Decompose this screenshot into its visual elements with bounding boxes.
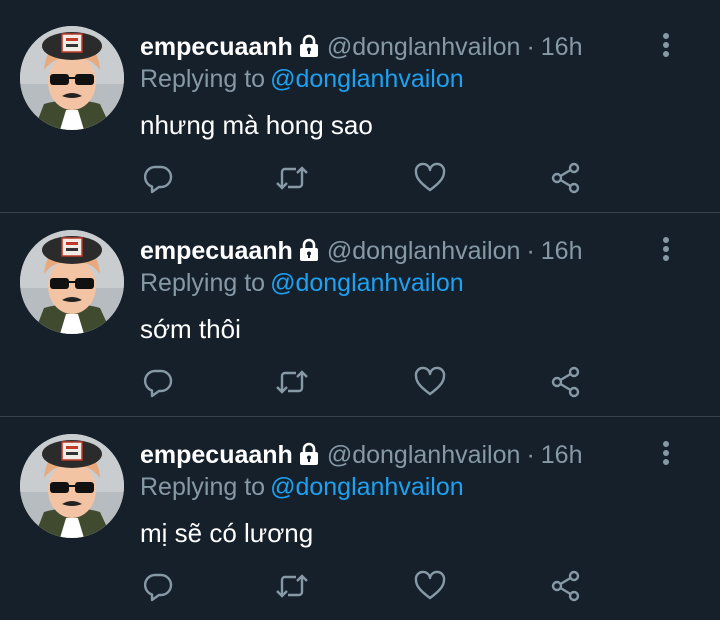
more-vertical-icon[interactable] (657, 234, 675, 266)
tweet-actions (0, 364, 720, 404)
retweet-button[interactable] (272, 364, 312, 404)
share-icon (549, 365, 583, 404)
handle[interactable]: @donglanhvailon (327, 33, 521, 61)
replying-to-label: Replying to (140, 65, 266, 93)
handle[interactable]: @donglanhvailon (327, 441, 521, 469)
tweet[interactable]: empecuaanh @donglanhvailon · 16h Replying t… (0, 204, 720, 408)
share-icon (549, 569, 583, 608)
tweet[interactable]: empecuaanh @donglanhvailon · 16h Replying t… (0, 408, 720, 612)
share-icon (549, 161, 583, 200)
more-vertical-icon[interactable] (657, 438, 675, 470)
tweet-header: empecuaanh @donglanhvailon · 16h (140, 236, 582, 266)
avatar[interactable] (20, 26, 124, 130)
separator-dot: · (526, 33, 535, 61)
reply-button[interactable] (138, 160, 178, 200)
replying-to-label: Replying to (140, 269, 266, 297)
share-button[interactable] (546, 568, 586, 608)
timestamp[interactable]: 16h (541, 441, 583, 469)
lock-icon (297, 442, 321, 473)
reply-icon (141, 161, 175, 200)
reply-button[interactable] (138, 364, 178, 404)
avatar[interactable] (20, 230, 124, 334)
reply-button[interactable] (138, 568, 178, 608)
retweet-icon (273, 569, 311, 608)
tweet-text: nhưng mà hong sao (140, 110, 373, 140)
tweet-text: mị sẽ có lương (140, 518, 314, 548)
reply-icon (141, 365, 175, 404)
display-name[interactable]: empecuaanh (140, 237, 293, 265)
handle[interactable]: @donglanhvailon (327, 237, 521, 265)
avatar[interactable] (20, 434, 124, 538)
tweet-actions (0, 568, 720, 608)
tweet[interactable]: empecuaanh @donglanhvailon · 16h Replying t… (0, 0, 720, 204)
timestamp[interactable]: 16h (541, 237, 583, 265)
replying-to-link[interactable]: @donglanhvailon (270, 473, 464, 501)
display-name[interactable]: empecuaanh (140, 441, 293, 469)
replying-to-line: Replying to @donglanhvailon (140, 472, 464, 502)
retweet-icon (273, 161, 311, 200)
tweet-header: empecuaanh @donglanhvailon · 16h (140, 440, 582, 470)
lock-icon (297, 34, 321, 65)
separator-dot: · (526, 237, 535, 265)
share-button[interactable] (546, 160, 586, 200)
display-name[interactable]: empecuaanh (140, 33, 293, 61)
tweet-actions (0, 160, 720, 200)
replying-to-link[interactable]: @donglanhvailon (270, 65, 464, 93)
like-button[interactable] (410, 160, 450, 200)
replying-to-line: Replying to @donglanhvailon (140, 64, 464, 94)
timestamp[interactable]: 16h (541, 33, 583, 61)
replying-to-label: Replying to (140, 473, 266, 501)
like-button[interactable] (410, 568, 450, 608)
lock-icon (297, 238, 321, 269)
reply-thread-feed: empecuaanh @donglanhvailon · 16h Replying t… (0, 0, 720, 620)
replying-to-link[interactable]: @donglanhvailon (270, 269, 464, 297)
more-vertical-icon[interactable] (657, 30, 675, 62)
retweet-button[interactable] (272, 160, 312, 200)
heart-icon (413, 161, 447, 200)
share-button[interactable] (546, 364, 586, 404)
retweet-button[interactable] (272, 568, 312, 608)
separator-dot: · (526, 441, 535, 469)
retweet-icon (273, 365, 311, 404)
replying-to-line: Replying to @donglanhvailon (140, 268, 464, 298)
tweet-header: empecuaanh @donglanhvailon · 16h (140, 32, 582, 62)
heart-icon (413, 569, 447, 608)
reply-icon (141, 569, 175, 608)
heart-icon (413, 365, 447, 404)
like-button[interactable] (410, 364, 450, 404)
tweet-text: sớm thôi (140, 314, 241, 344)
